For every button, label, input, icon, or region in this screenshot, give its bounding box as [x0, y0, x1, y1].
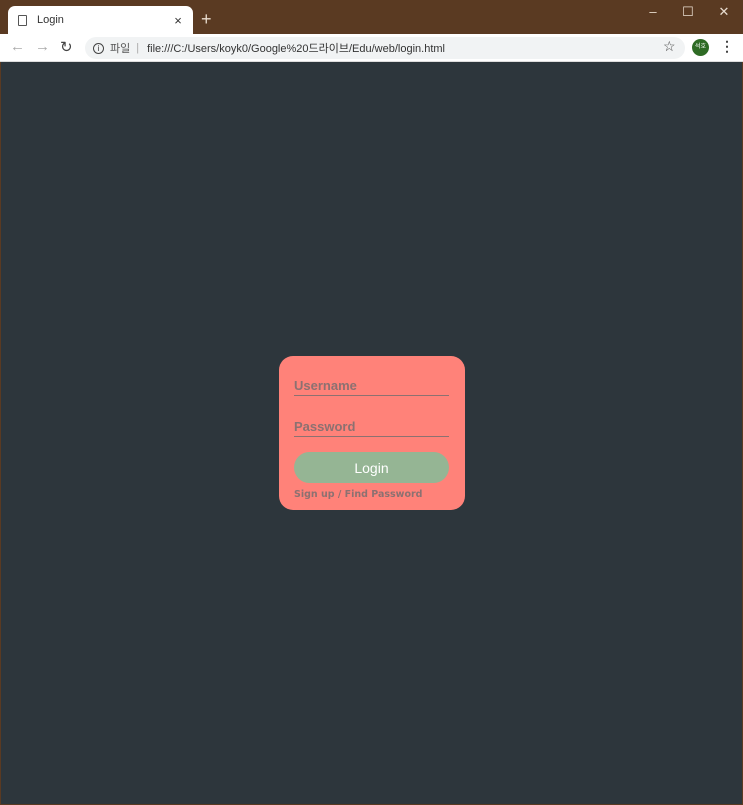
minimize-button[interactable]: –: [638, 4, 668, 19]
browser-titlebar: Login × + – ☐ ✕: [0, 0, 743, 34]
profile-avatar[interactable]: 석호: [692, 39, 709, 56]
tab-title: Login: [37, 14, 64, 26]
login-card: Login Sign up / Find Password: [279, 356, 465, 510]
address-bar[interactable]: i 파일 | file:///C:/Users/koyk0/Google%20드…: [85, 37, 685, 59]
close-window-button[interactable]: ✕: [709, 4, 739, 20]
username-input[interactable]: [294, 370, 449, 396]
scheme-label: 파일: [110, 43, 131, 55]
auth-links: Sign up / Find Password: [294, 489, 450, 500]
new-tab-button[interactable]: +: [201, 9, 212, 29]
back-icon[interactable]: ←: [10, 38, 25, 55]
password-input[interactable]: [294, 411, 449, 437]
address-separator: |: [136, 42, 140, 54]
maximize-button[interactable]: ☐: [673, 4, 703, 20]
reload-icon[interactable]: ↻: [60, 38, 73, 56]
tab-close-icon[interactable]: ×: [171, 13, 185, 28]
browser-toolbar: ← → ↻ i 파일 | file:///C:/Users/koyk0/Goog…: [0, 34, 743, 62]
signup-link[interactable]: Sign up: [294, 489, 335, 500]
info-icon[interactable]: i: [93, 42, 104, 54]
bookmark-star-icon[interactable]: ☆: [663, 38, 676, 55]
find-password-link[interactable]: Find Password: [345, 489, 423, 500]
browser-menu-icon[interactable]: ⋮: [720, 38, 734, 55]
browser-tab[interactable]: Login ×: [8, 6, 193, 34]
login-button[interactable]: Login: [294, 452, 449, 483]
page-content: Login Sign up / Find Password: [1, 62, 742, 804]
document-icon: [18, 14, 27, 26]
forward-icon[interactable]: →: [35, 38, 50, 55]
links-separator: /: [334, 489, 345, 500]
url-text[interactable]: file:///C:/Users/koyk0/Google%20드라이브/Edu…: [147, 40, 445, 56]
